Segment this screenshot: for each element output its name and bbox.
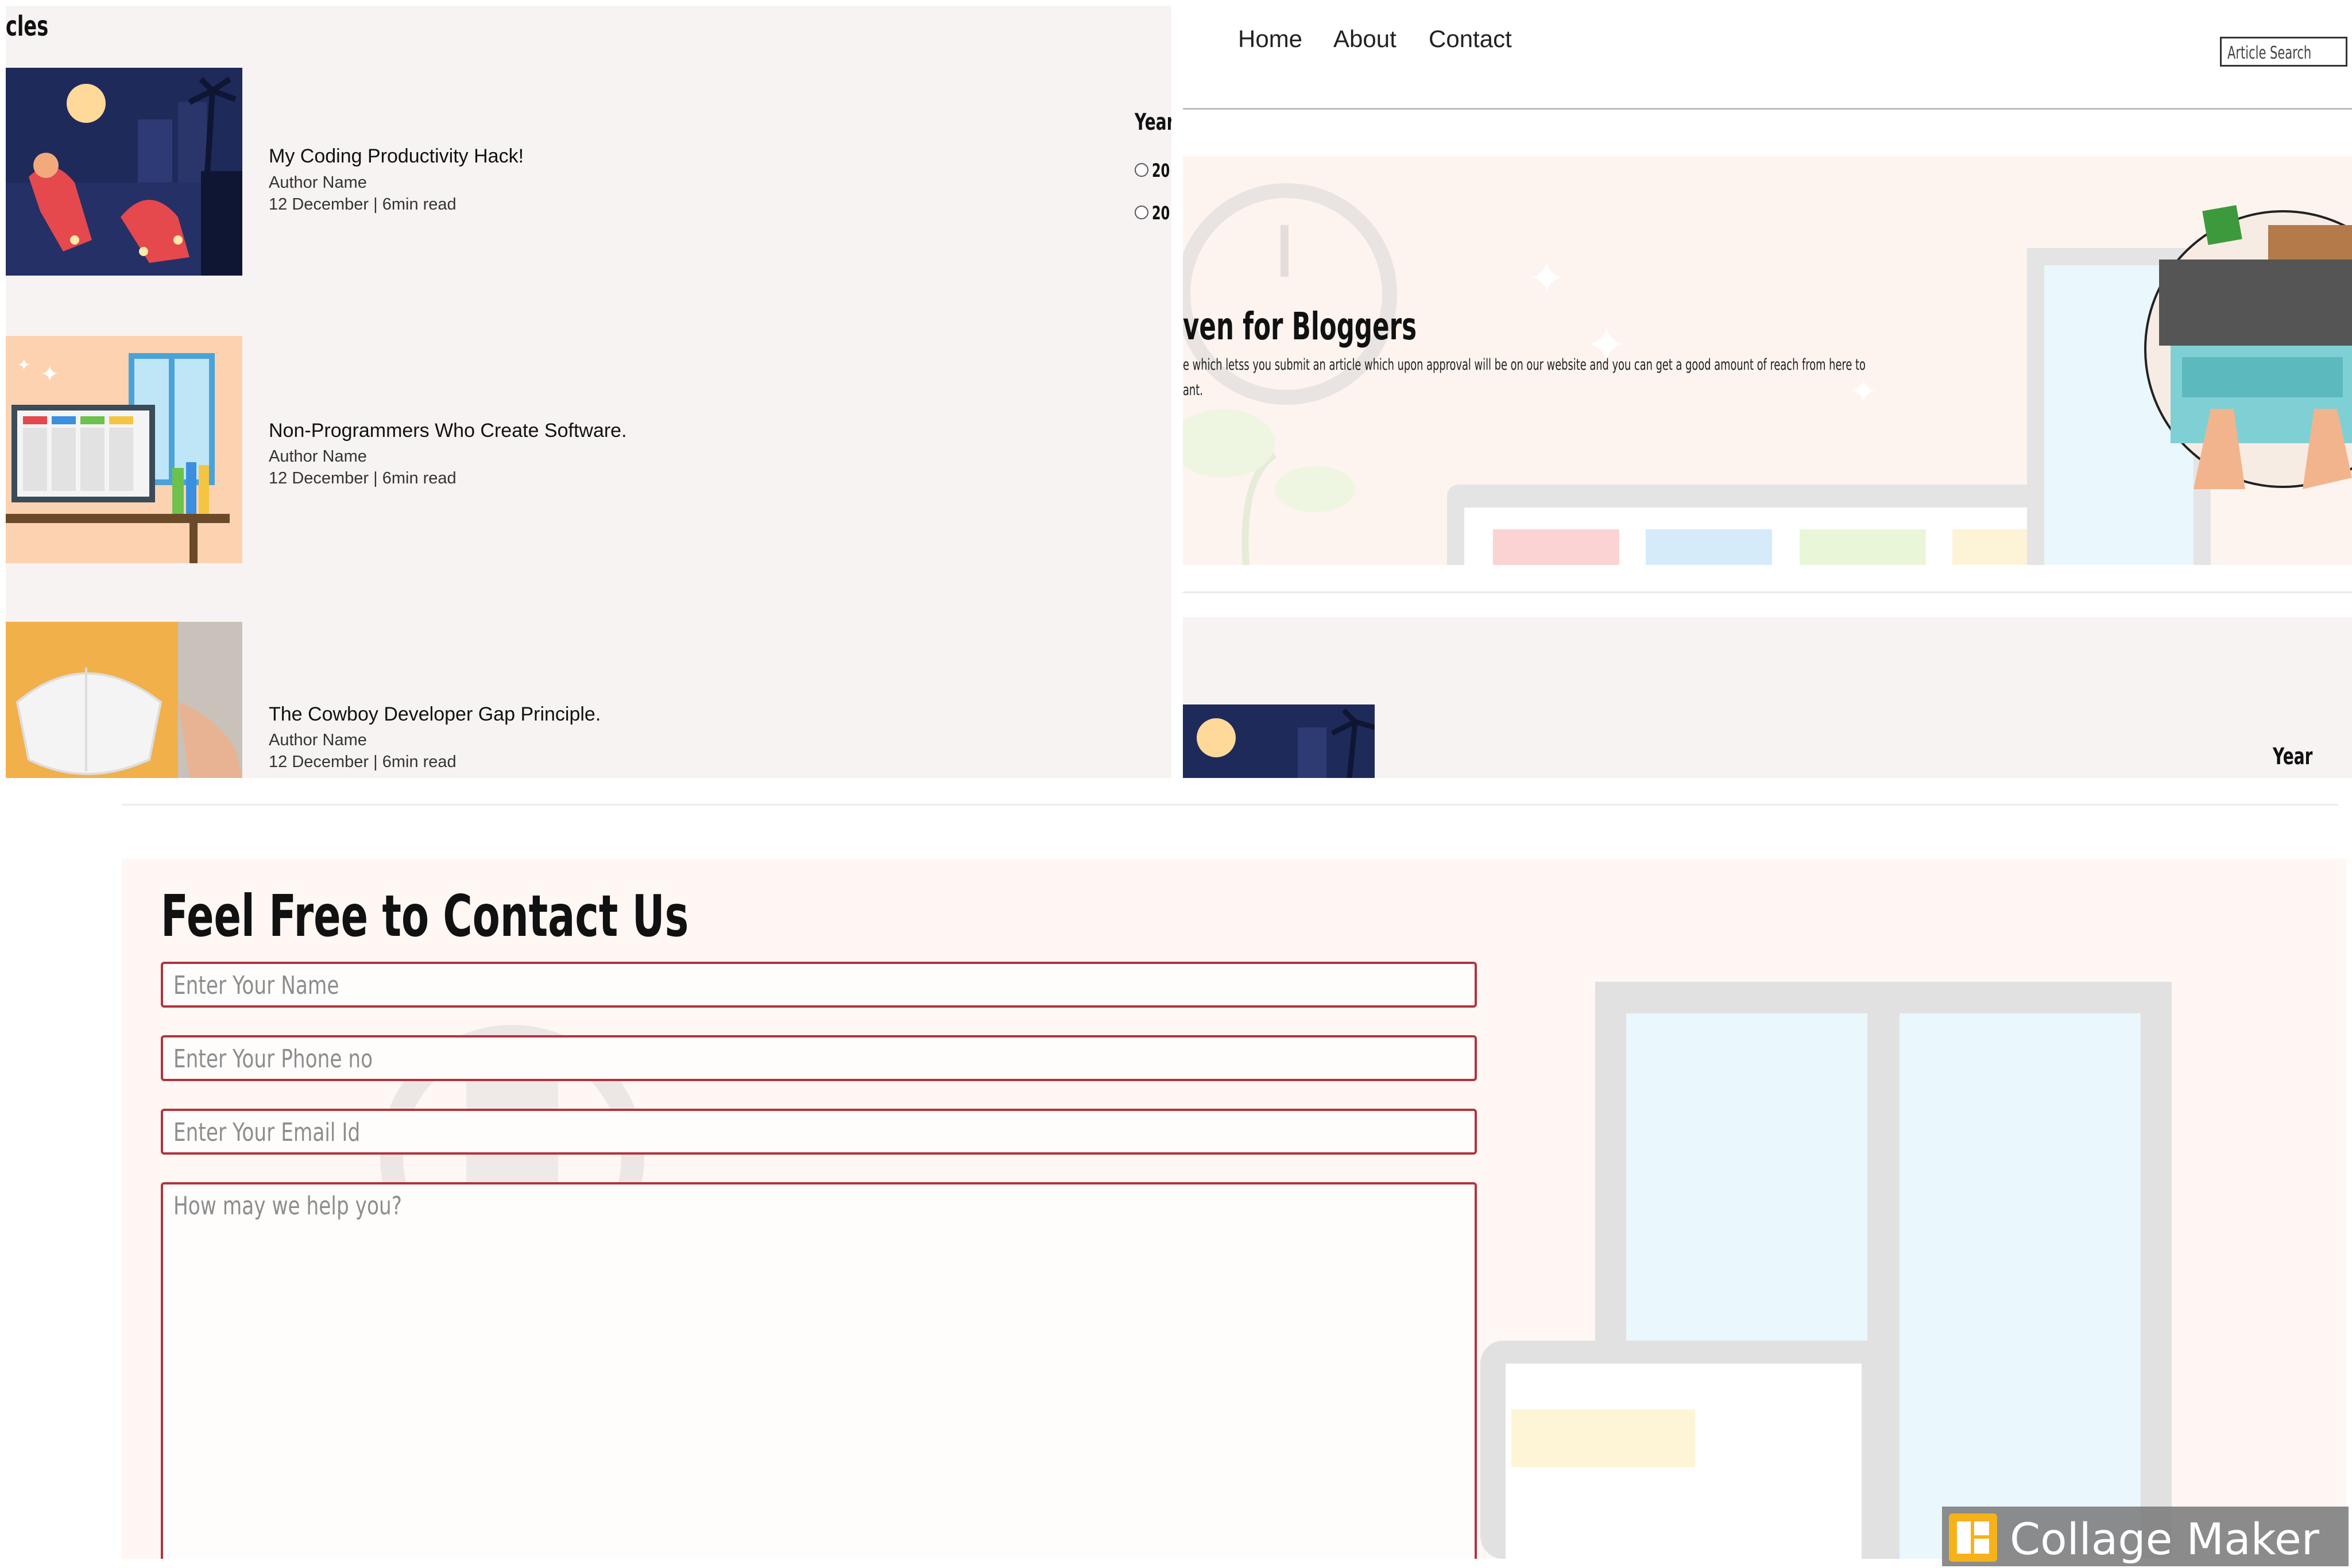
hero-title: ven for Bloggers [1183, 304, 1417, 349]
search-placeholder: Article Search [2227, 43, 2312, 63]
svg-text:✦: ✦ [1527, 251, 1566, 305]
phone-input[interactable]: Enter Your Phone no [161, 1035, 1477, 1081]
watermark-label: Collage Maker [2010, 1513, 2319, 1565]
hero-text-line-2: ant. [1183, 381, 1203, 399]
radio-icon[interactable] [1135, 206, 1148, 219]
message-textarea[interactable]: How may we help you? [161, 1182, 1477, 1559]
hero-banner: ✦ ✦ ✦ ven for Bloggers e which letss you… [1183, 156, 2352, 565]
article-card[interactable]: My Coding Productivity Hack! Author Name… [6, 68, 1097, 281]
articles-heading: cles [6, 10, 49, 42]
collage-grid-icon [1949, 1513, 1997, 1562]
article-meta: 12 December | 6min read [269, 195, 457, 214]
collage-divider [122, 804, 2338, 806]
article-thumbnail[interactable] [6, 68, 242, 276]
article-meta: 12 December | 6min read [269, 753, 457, 771]
phone-placeholder: Enter Your Phone no [173, 1044, 373, 1074]
article-meta: 12 December | 6min read [269, 469, 457, 487]
article-thumbnail[interactable] [1183, 704, 1375, 778]
article-list-panel: cles My Coding Productivity Hack! Author… [6, 6, 1171, 778]
article-thumbnail[interactable] [6, 622, 242, 778]
contact-page-panel: Feel Free to Contact Us Enter Your Name … [122, 858, 2346, 1559]
article-card[interactable]: ✦ ✦ Non-Programmers Who Create Software.… [6, 336, 1097, 566]
name-input[interactable]: Enter Your Name [161, 962, 1477, 1008]
contact-heading: Feel Free to Contact Us [161, 882, 689, 950]
article-title[interactable]: The Cowboy Developer Gap Principle. [269, 703, 601, 726]
section-divider [1183, 591, 2352, 593]
year-option-label: 20 [1152, 160, 1170, 181]
article-author: Author Name [269, 731, 367, 749]
nav-home-link[interactable]: Home [1238, 25, 1302, 53]
article-thumbnail[interactable]: ✦ ✦ [6, 336, 242, 563]
svg-text:✦: ✦ [40, 361, 60, 388]
collage-maker-watermark: Collage Maker [1942, 1507, 2349, 1566]
article-author: Author Name [269, 447, 367, 466]
articles-preview-section: Year [1183, 617, 2352, 778]
year-filter-label: Year [2273, 744, 2313, 770]
article-title[interactable]: My Coding Productivity Hack! [269, 145, 524, 168]
svg-text:✦: ✦ [1849, 371, 1878, 412]
article-title[interactable]: Non-Programmers Who Create Software. [269, 420, 627, 442]
hero-text-line-1: e which letss you submit an article whic… [1183, 356, 1866, 374]
article-author: Author Name [269, 173, 367, 192]
home-page-panel: Home About Contact Article Search ✦ ✦ ✦ [1183, 0, 2352, 778]
article-card[interactable]: The Cowboy Developer Gap Principle. Auth… [6, 622, 1097, 778]
year-filter-label: Year [1135, 109, 1171, 135]
svg-text:✦: ✦ [17, 355, 30, 374]
nav-contact-link[interactable]: Contact [1429, 25, 1512, 53]
message-placeholder: How may we help you? [173, 1191, 402, 1221]
radio-icon[interactable] [1135, 163, 1148, 177]
email-input[interactable]: Enter Your Email Id [161, 1109, 1477, 1155]
header-divider [1183, 108, 2352, 110]
email-placeholder: Enter Your Email Id [173, 1118, 361, 1147]
name-placeholder: Enter Your Name [173, 971, 339, 1000]
article-search-input[interactable]: Article Search [2220, 37, 2347, 67]
year-option-label: 20 [1152, 202, 1170, 224]
nav-about-link[interactable]: About [1333, 25, 1396, 53]
